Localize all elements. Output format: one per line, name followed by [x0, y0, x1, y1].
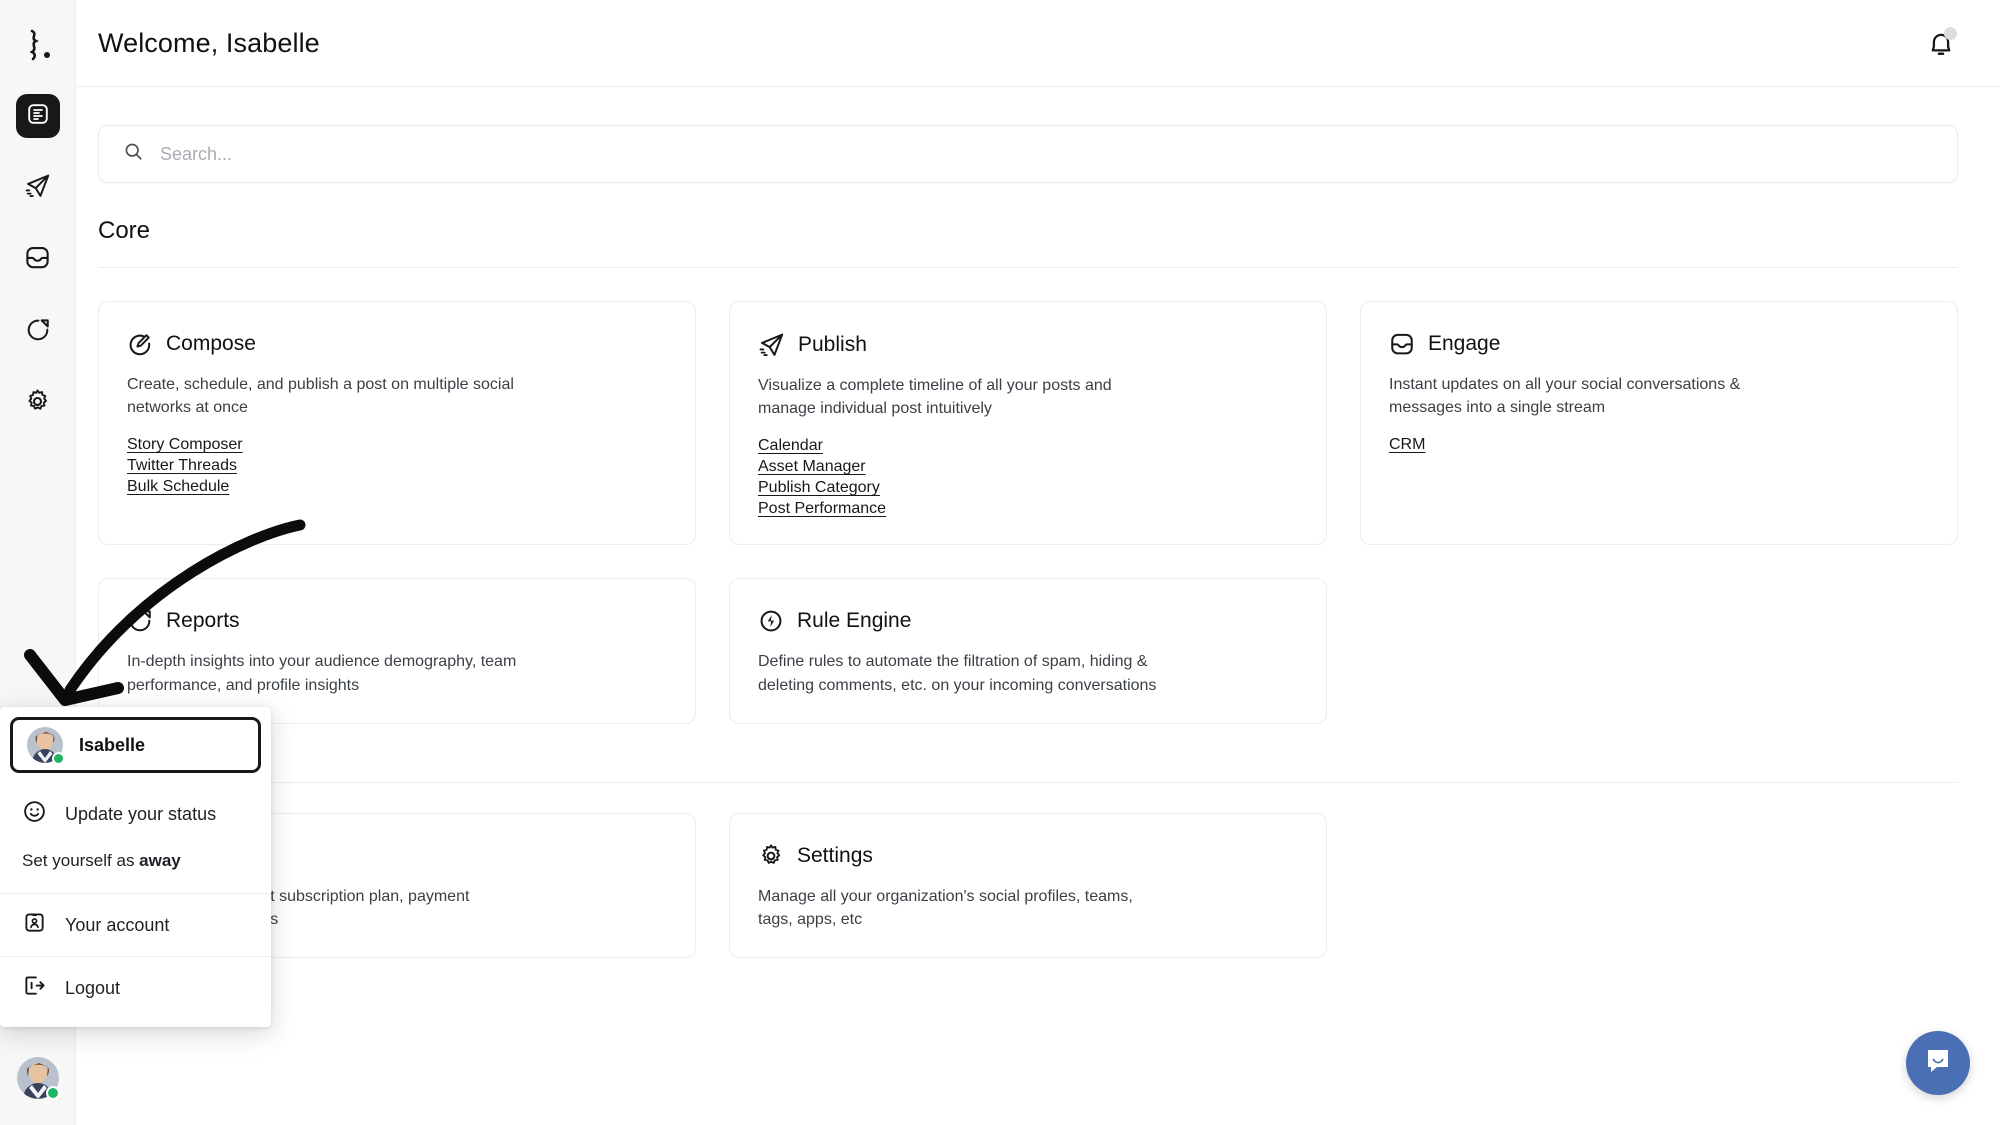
- set-away-bold: away: [139, 851, 181, 870]
- section-header-secondary: [98, 760, 1958, 783]
- rail-item-list: [15, 94, 60, 426]
- card-publish[interactable]: Publish Visualize a complete timeline of…: [729, 301, 1327, 546]
- card-title: Settings: [797, 843, 873, 867]
- sidebar-avatar[interactable]: [16, 1057, 60, 1100]
- link-post-performance[interactable]: Post Performance: [758, 500, 886, 518]
- card-link-list: Calendar Asset Manager Publish Category …: [758, 437, 1298, 518]
- user-menu-profile-row[interactable]: Isabelle: [10, 717, 261, 773]
- secondary-card-grid: Manage your current subscription plan, p…: [98, 812, 1958, 959]
- user-menu-dropdown: Isabelle Update your status Set yourself…: [0, 707, 271, 1027]
- content-scroll: Core Compose Create, schedule, a: [76, 87, 2000, 959]
- link-bulk-schedule[interactable]: Bulk Schedule: [127, 478, 229, 496]
- notification-badge: [1944, 27, 1957, 40]
- link-story-composer[interactable]: Story Composer: [127, 436, 243, 454]
- card-settings[interactable]: Settings Manage all your organization's …: [729, 812, 1327, 959]
- card-header: Reports: [127, 608, 667, 634]
- bell-icon: [1924, 33, 1958, 64]
- rule-engine-bolt-icon: [758, 608, 784, 634]
- card-header: Rule Engine: [758, 608, 1298, 634]
- smiley-icon: [22, 799, 47, 829]
- search-icon: [123, 141, 144, 167]
- card-title: Publish: [798, 332, 867, 356]
- card-compose[interactable]: Compose Create, schedule, and publish a …: [98, 301, 696, 546]
- brand-logo[interactable]: [15, 22, 61, 68]
- card-rule-engine[interactable]: Rule Engine Define rules to automate the…: [729, 578, 1327, 724]
- publish-paper-plane-icon: [758, 331, 785, 358]
- top-bar: Welcome, Isabelle: [76, 0, 2000, 87]
- set-away-note[interactable]: Set yourself as away: [0, 845, 271, 893]
- reports-pie-chart-icon: [25, 317, 51, 348]
- notifications-button[interactable]: [1924, 26, 1958, 60]
- user-menu-user-name: Isabelle: [79, 734, 146, 755]
- main-area: Welcome, Isabelle Search... Core Compose…: [76, 0, 2000, 1125]
- sidebar-item-engage[interactable]: [16, 238, 60, 282]
- compose-pencil-icon: [127, 331, 153, 357]
- section-title: Core: [98, 217, 151, 244]
- settings-gear-icon: [24, 388, 51, 420]
- link-publish-category[interactable]: Publish Category: [758, 479, 880, 497]
- page-title: Welcome, Isabelle: [98, 27, 320, 58]
- link-calendar[interactable]: Calendar: [758, 437, 823, 455]
- menu-item-update-status[interactable]: Update your status: [0, 783, 271, 845]
- account-badge-icon: [22, 910, 47, 940]
- search-bar[interactable]: [98, 125, 1958, 183]
- core-card-grid: Compose Create, schedule, and publish a …: [98, 301, 1958, 724]
- card-title: Reports: [166, 609, 240, 633]
- menu-item-label: Logout: [65, 977, 121, 998]
- presence-online-badge: [52, 752, 65, 765]
- presence-online-badge: [45, 1086, 60, 1100]
- card-description: In-depth insights into your audience dem…: [127, 653, 517, 694]
- card-description: Manage all your organization's social pr…: [758, 887, 1133, 928]
- card-title: Engage: [1428, 332, 1501, 355]
- menu-item-label: Update your status: [65, 803, 217, 824]
- sidebar-item-dashboard[interactable]: [15, 94, 60, 138]
- sidebar-item-settings[interactable]: [16, 382, 60, 426]
- intercom-chat-icon: [1923, 1046, 1953, 1081]
- search-input[interactable]: [160, 143, 1933, 165]
- link-crm[interactable]: CRM: [1389, 436, 1425, 454]
- sidebar-item-reports[interactable]: [16, 310, 60, 354]
- card-header: Engage: [1389, 331, 1929, 357]
- reports-pie-chart-icon: [127, 608, 153, 634]
- card-description: Define rules to automate the filtration …: [758, 653, 1157, 694]
- card-description: Instant updates on all your social conve…: [1389, 376, 1741, 417]
- section-header-core: Core: [98, 217, 1958, 268]
- card-title: Rule Engine: [797, 609, 912, 633]
- card-engage[interactable]: Engage Instant updates on all your socia…: [1360, 301, 1958, 546]
- card-link-list: Story Composer Twitter Threads Bulk Sche…: [127, 436, 667, 496]
- menu-item-your-account[interactable]: Your account: [0, 894, 271, 956]
- link-twitter-threads[interactable]: Twitter Threads: [127, 457, 237, 475]
- engage-inbox-icon: [24, 244, 51, 276]
- link-asset-manager[interactable]: Asset Manager: [758, 458, 866, 476]
- card-header: Publish: [758, 331, 1298, 358]
- card-link-list: CRM: [1389, 436, 1929, 454]
- chat-widget-button[interactable]: [1906, 1031, 1970, 1095]
- menu-item-logout[interactable]: Logout: [0, 957, 271, 1019]
- publish-paper-plane-icon: [24, 172, 51, 204]
- set-away-prefix: Set yourself as: [22, 851, 140, 870]
- logout-icon: [22, 973, 47, 1003]
- avatar-wrap: [27, 727, 65, 765]
- menu-item-label: Your account: [65, 914, 170, 935]
- card-header: Compose: [127, 331, 667, 357]
- card-description: Visualize a complete timeline of all you…: [758, 377, 1112, 418]
- card-description: Create, schedule, and publish a post on …: [127, 376, 514, 417]
- card-header: Settings: [758, 843, 1298, 869]
- sidebar-item-publish[interactable]: [16, 166, 60, 210]
- dashboard-icon: [26, 102, 50, 131]
- settings-gear-icon: [758, 843, 784, 869]
- card-reports[interactable]: Reports In-depth insights into your audi…: [98, 578, 696, 724]
- engage-inbox-icon: [1389, 331, 1415, 357]
- card-title: Compose: [166, 332, 256, 355]
